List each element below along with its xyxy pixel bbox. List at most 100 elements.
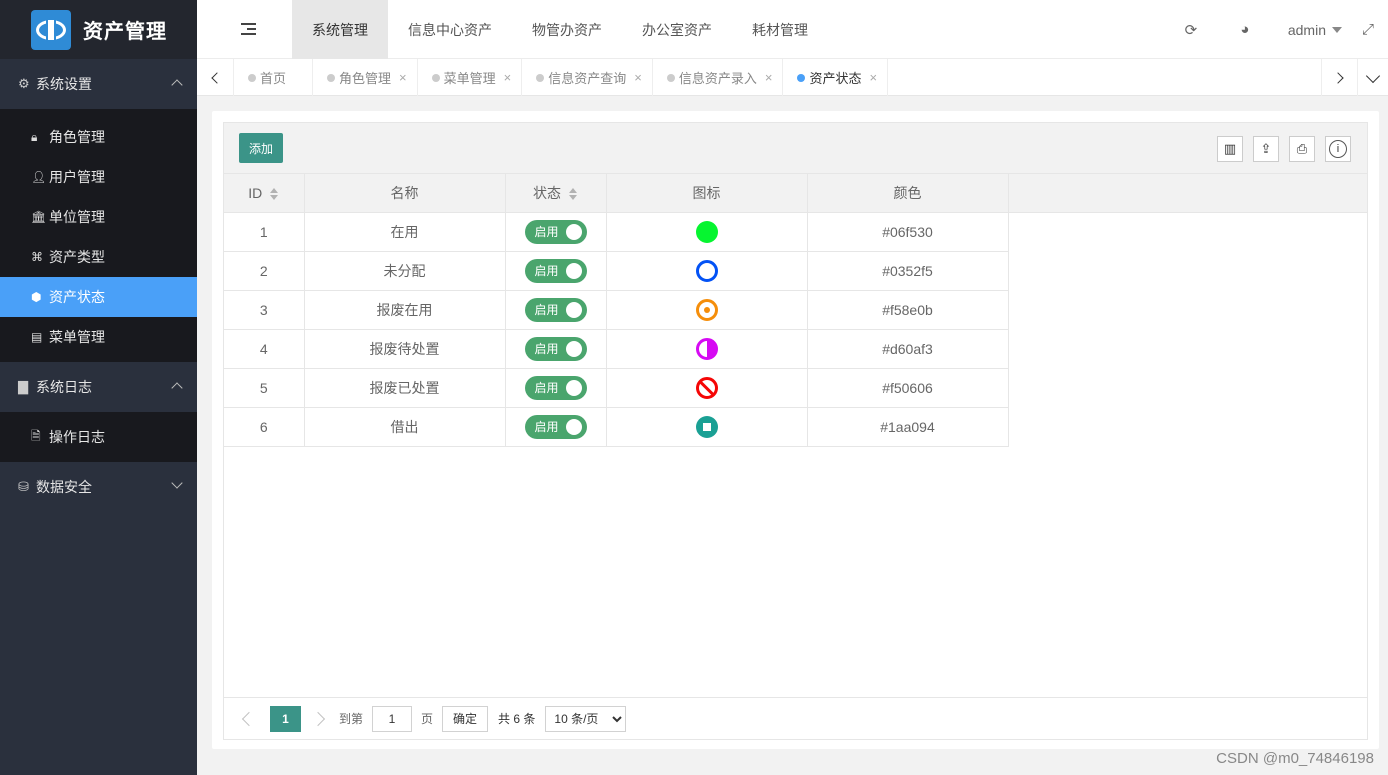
- add-button[interactable]: 添加: [239, 133, 284, 163]
- print-icon[interactable]: ⎙: [1289, 136, 1315, 162]
- nav-group-system-logs[interactable]: ▇ 系统日志: [0, 362, 197, 412]
- dot-circle-icon: [695, 298, 718, 321]
- cell-name: 借出: [304, 407, 506, 447]
- dashboard-icon[interactable]: ◕: [1218, 21, 1272, 38]
- toggle-label: 启用: [534, 303, 559, 317]
- tab-dot: [666, 74, 675, 82]
- page-tab-asset-status[interactable]: 资产状态 ×: [783, 59, 889, 96]
- nav-group-data-security[interactable]: ⛁ 数据安全: [0, 462, 197, 512]
- sidebar-item-label: 角色管理: [49, 129, 105, 145]
- page-tab-menus[interactable]: 菜单管理 ×: [418, 59, 523, 96]
- status-toggle[interactable]: 启用: [524, 375, 587, 400]
- close-icon[interactable]: ×: [765, 70, 773, 85]
- prev-page-icon[interactable]: [241, 711, 257, 726]
- chevron-up-icon: [171, 79, 183, 91]
- sidebar-item-menus[interactable]: ▤ 菜单管理: [0, 317, 197, 357]
- confirm-page-button[interactable]: 确定: [442, 705, 489, 732]
- sidebar-item-asset-status[interactable]: ⬢ 资产状态: [0, 277, 197, 317]
- user-menu[interactable]: admin: [1272, 22, 1348, 38]
- status-toggle[interactable]: 启用: [524, 258, 587, 283]
- caret-down-icon: [1332, 26, 1342, 33]
- close-icon[interactable]: ×: [399, 70, 407, 85]
- columns-filter-icon[interactable]: ▥: [1217, 136, 1243, 162]
- nav-group-system-settings[interactable]: ⚙ 系统设置: [0, 59, 197, 109]
- data-table: 添加 ▥ ⇪ ⎙ i ID 名称 状态 图标 颜色 1 在用 启用 #06f53…: [223, 122, 1368, 740]
- sidebar-item-label: 操作日志: [49, 429, 105, 445]
- top-tab-consumables[interactable]: 耗材管理: [732, 0, 828, 59]
- top-tab-system[interactable]: 系统管理: [292, 0, 388, 59]
- table-row: 1 在用 启用 #06f530: [224, 212, 1367, 252]
- info-icon[interactable]: i: [1325, 136, 1351, 162]
- cell-color: #1aa094: [807, 407, 1009, 447]
- tabs-scroll-left-button[interactable]: [197, 59, 234, 96]
- page-tab-label: 角色管理: [339, 71, 392, 86]
- page-tab-roles[interactable]: 角色管理 ×: [313, 59, 418, 96]
- institution-icon: 🏛︎: [31, 210, 47, 224]
- cell-status: 启用: [505, 368, 607, 408]
- page-tabs: 首页 角色管理 × 菜单管理 × 信息资产查询 × 信息资产录入 × 资产状态 …: [234, 59, 889, 96]
- page-unit-label: 页: [421, 712, 434, 726]
- gears-icon: ⚙: [18, 76, 30, 91]
- sidebar-item-operation-logs[interactable]: 🗎︎ 操作日志: [0, 417, 197, 457]
- watermark: CSDN @m0_74846198: [1216, 750, 1374, 767]
- export-icon[interactable]: ⇪: [1253, 136, 1279, 162]
- logo-icon: [31, 9, 71, 50]
- cell-icon: [606, 368, 808, 408]
- table-row: 2 未分配 启用 #0352f5: [224, 251, 1367, 291]
- toggle-label: 启用: [534, 264, 559, 278]
- table-toolbar: 添加 ▥ ⇪ ⎙ i: [224, 123, 1367, 174]
- close-icon[interactable]: ×: [869, 70, 877, 85]
- col-header-status[interactable]: 状态: [505, 174, 607, 213]
- toggle-label: 启用: [534, 342, 559, 356]
- cell-color: #06f530: [807, 212, 1009, 252]
- sort-icon[interactable]: [569, 188, 578, 201]
- status-toggle[interactable]: 启用: [524, 414, 587, 439]
- cell-name: 未分配: [304, 251, 506, 291]
- cell-color: #f50606: [807, 368, 1009, 408]
- cell-status: 启用: [505, 251, 607, 291]
- menu-toggle-icon[interactable]: [241, 23, 256, 35]
- cell-icon: [606, 407, 808, 447]
- close-icon[interactable]: ×: [504, 70, 512, 85]
- status-toggle[interactable]: 启用: [524, 297, 587, 322]
- sidebar-item-units[interactable]: 🏛︎ 单位管理: [0, 197, 197, 237]
- close-icon[interactable]: ×: [634, 70, 642, 85]
- sort-icon[interactable]: [270, 188, 279, 201]
- cell-status: 启用: [505, 329, 607, 369]
- status-toggle[interactable]: 启用: [524, 219, 587, 244]
- refresh-icon[interactable]: ⟳: [1164, 21, 1218, 39]
- top-tab-property[interactable]: 物管办资产: [512, 0, 622, 59]
- content-card: 添加 ▥ ⇪ ⎙ i ID 名称 状态 图标 颜色 1 在用 启用 #06f53…: [212, 111, 1379, 749]
- sidebar-item-users[interactable]: 👤︎ 用户管理: [0, 157, 197, 197]
- logo[interactable]: 资产管理: [0, 0, 197, 59]
- tabs-menu-button[interactable]: [1358, 59, 1388, 96]
- username: admin: [1287, 21, 1326, 38]
- sidebar-item-asset-types[interactable]: ⌘ 资产类型: [0, 237, 197, 277]
- tabs-scroll-right-button[interactable]: [1321, 59, 1358, 96]
- page-tab-asset-query[interactable]: 信息资产查询 ×: [522, 59, 653, 96]
- table-tools: ▥ ⇪ ⎙ i: [1207, 136, 1351, 162]
- page-number-input[interactable]: [372, 705, 413, 732]
- toggle-label: 启用: [534, 420, 559, 434]
- cell-icon: [606, 329, 808, 369]
- newspaper-icon: ▤: [31, 330, 43, 344]
- page-tabs-bar: 首页 角色管理 × 菜单管理 × 信息资产查询 × 信息资产录入 × 资产状态 …: [197, 59, 1388, 96]
- sidebar-item-label: 菜单管理: [49, 329, 105, 345]
- status-toggle[interactable]: 启用: [524, 336, 587, 361]
- top-tab-office[interactable]: 办公室资产: [622, 0, 732, 59]
- total-count: 共 6 条: [498, 712, 536, 726]
- col-header-id[interactable]: ID: [224, 174, 305, 213]
- current-page[interactable]: 1: [270, 705, 301, 732]
- fullscreen-icon[interactable]: ⤢: [1348, 21, 1388, 38]
- table-header-row: ID 名称 状态 图标 颜色: [224, 174, 1367, 213]
- page-tab-asset-entry[interactable]: 信息资产录入 ×: [653, 59, 784, 96]
- sidebar-item-roles[interactable]: 🔒︎ 角色管理: [0, 117, 197, 157]
- page-tab-home[interactable]: 首页: [234, 59, 314, 96]
- database-icon: ⛁: [18, 479, 29, 494]
- circle-outline-icon: [695, 259, 718, 282]
- nav-group-label: 系统设置: [36, 76, 92, 92]
- page-size-select[interactable]: 10 条/页: [545, 705, 627, 732]
- next-page-icon[interactable]: [310, 711, 326, 726]
- top-tab-info-center[interactable]: 信息中心资产: [388, 0, 512, 59]
- col-header-label: 图标: [692, 184, 721, 201]
